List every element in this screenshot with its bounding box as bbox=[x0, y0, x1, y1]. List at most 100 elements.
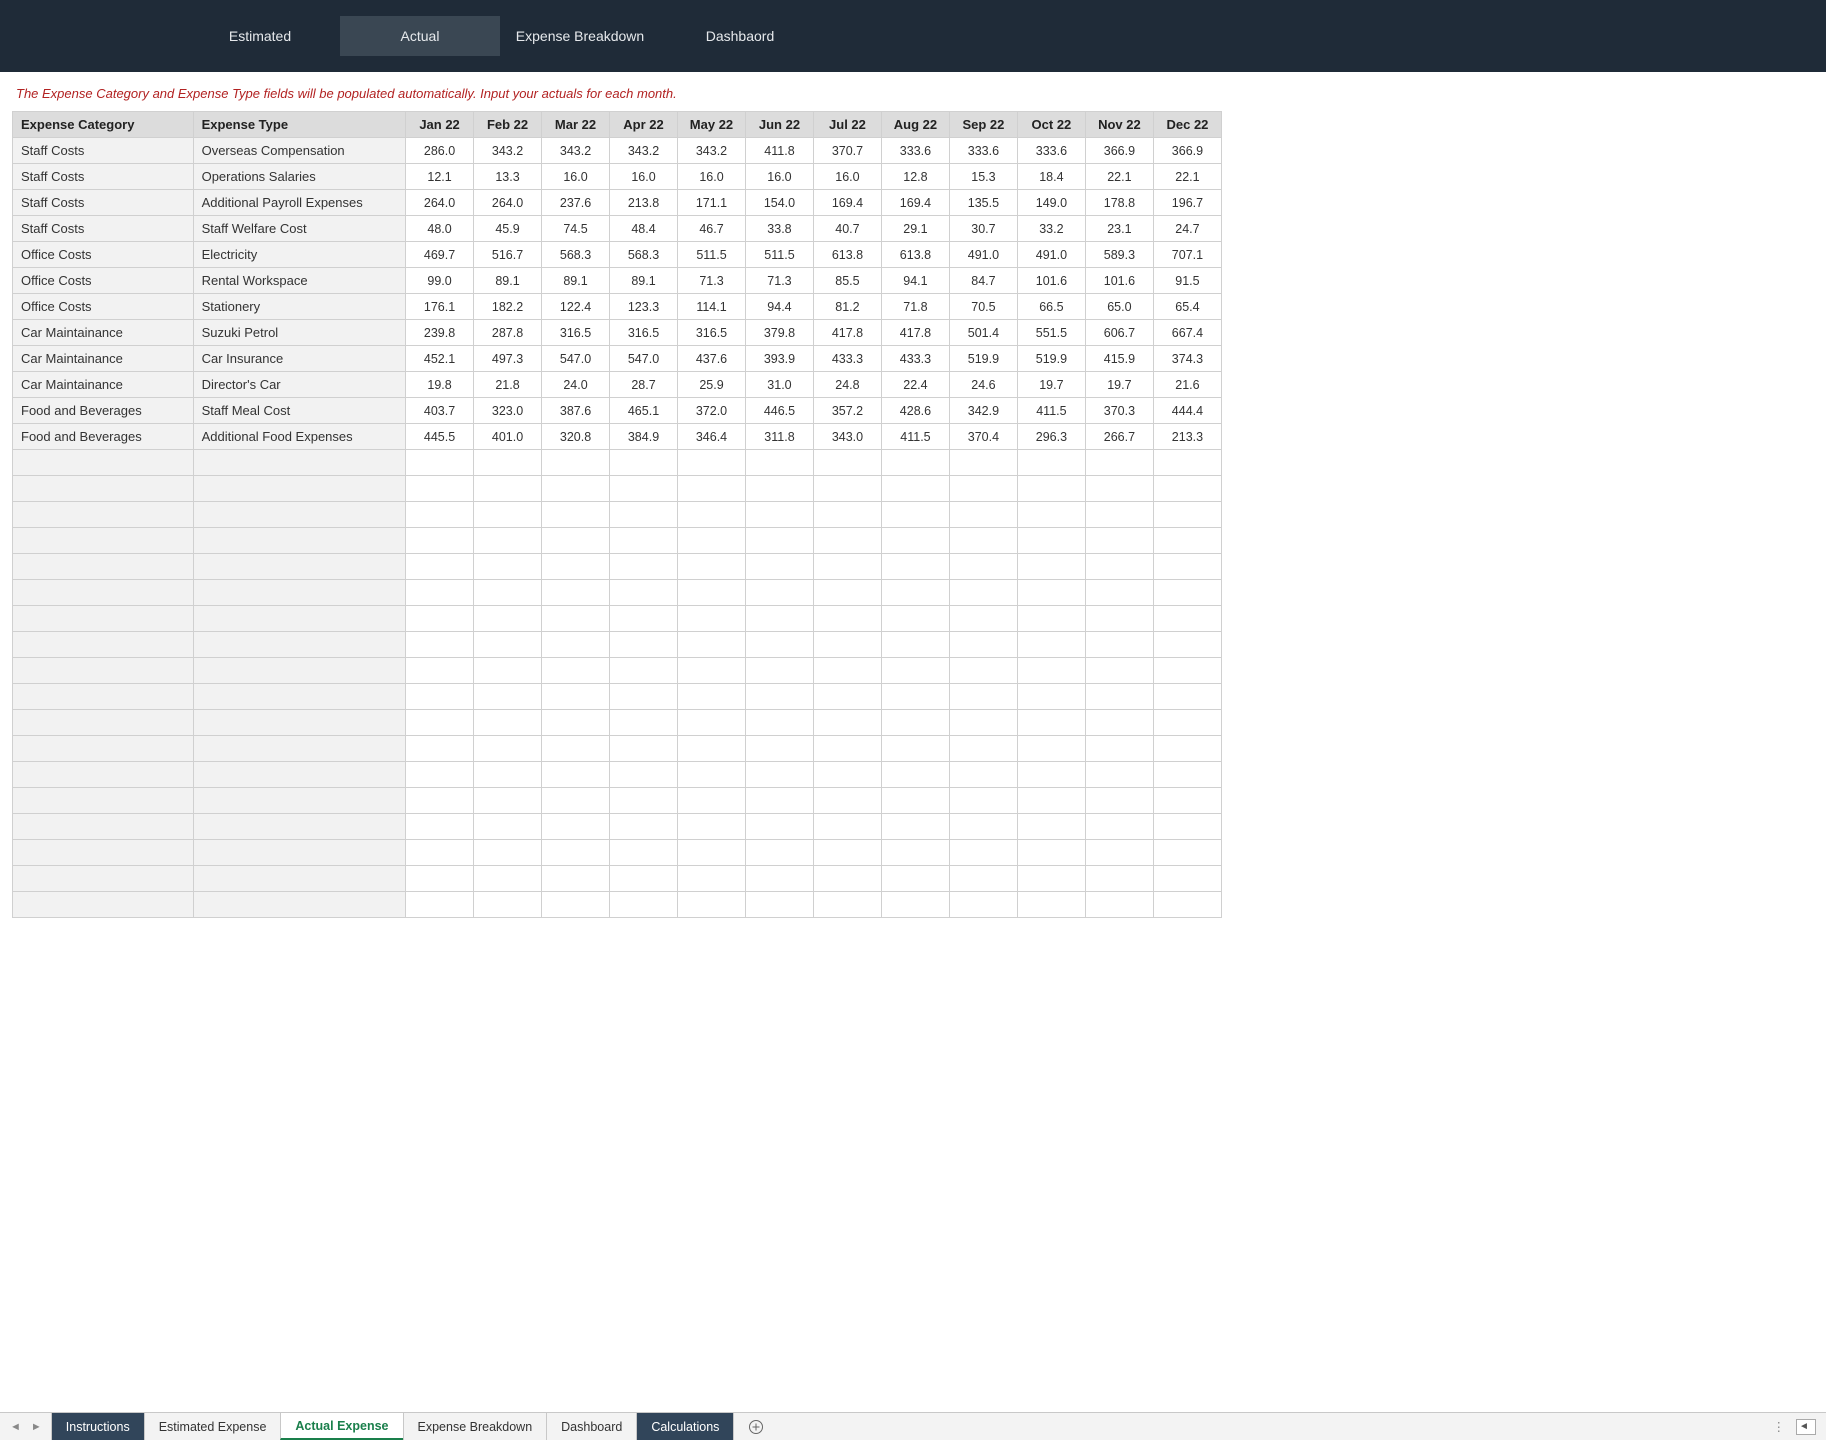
cell-value[interactable]: 70.5 bbox=[949, 294, 1017, 320]
cell-value[interactable]: 323.0 bbox=[474, 398, 542, 424]
cell-value[interactable]: 370.4 bbox=[949, 424, 1017, 450]
cell-value[interactable]: 33.8 bbox=[745, 216, 813, 242]
cell-value[interactable] bbox=[813, 684, 881, 710]
cell-value[interactable] bbox=[745, 476, 813, 502]
cell-value[interactable] bbox=[542, 840, 610, 866]
cell-value[interactable]: 387.6 bbox=[542, 398, 610, 424]
cell-type[interactable] bbox=[193, 892, 405, 918]
cell-value[interactable]: 12.8 bbox=[881, 164, 949, 190]
cell-value[interactable]: 346.4 bbox=[678, 424, 746, 450]
cell-value[interactable]: 74.5 bbox=[542, 216, 610, 242]
cell-value[interactable] bbox=[406, 736, 474, 762]
cell-type[interactable] bbox=[193, 788, 405, 814]
cell-value[interactable] bbox=[813, 736, 881, 762]
cell-value[interactable] bbox=[678, 814, 746, 840]
cell-value[interactable] bbox=[406, 658, 474, 684]
cell-value[interactable]: 89.1 bbox=[610, 268, 678, 294]
cell-value[interactable] bbox=[813, 502, 881, 528]
cell-value[interactable] bbox=[678, 892, 746, 918]
cell-value[interactable] bbox=[1017, 658, 1085, 684]
cell-value[interactable] bbox=[949, 866, 1017, 892]
cell-value[interactable]: 374.3 bbox=[1153, 346, 1221, 372]
cell-value[interactable] bbox=[542, 866, 610, 892]
cell-value[interactable] bbox=[1153, 476, 1221, 502]
cell-value[interactable]: 333.6 bbox=[881, 138, 949, 164]
cell-value[interactable] bbox=[1017, 580, 1085, 606]
cell-value[interactable]: 357.2 bbox=[813, 398, 881, 424]
cell-value[interactable] bbox=[542, 632, 610, 658]
col-header-month[interactable]: Mar 22 bbox=[542, 112, 610, 138]
col-header-type[interactable]: Expense Type bbox=[193, 112, 405, 138]
cell-value[interactable]: 19.7 bbox=[1085, 372, 1153, 398]
cell-type[interactable]: Director's Car bbox=[193, 372, 405, 398]
cell-value[interactable]: 21.8 bbox=[474, 372, 542, 398]
cell-value[interactable] bbox=[745, 606, 813, 632]
cell-value[interactable]: 12.1 bbox=[406, 164, 474, 190]
cell-value[interactable]: 343.0 bbox=[813, 424, 881, 450]
cell-value[interactable] bbox=[610, 788, 678, 814]
cell-type[interactable] bbox=[193, 710, 405, 736]
cell-type[interactable] bbox=[193, 528, 405, 554]
cell-value[interactable]: 437.6 bbox=[678, 346, 746, 372]
cell-value[interactable] bbox=[1085, 450, 1153, 476]
cell-category[interactable]: Office Costs bbox=[13, 268, 194, 294]
cell-value[interactable]: 393.9 bbox=[745, 346, 813, 372]
cell-value[interactable]: 465.1 bbox=[610, 398, 678, 424]
cell-value[interactable]: 613.8 bbox=[813, 242, 881, 268]
cell-value[interactable] bbox=[813, 580, 881, 606]
cell-value[interactable] bbox=[745, 814, 813, 840]
cell-value[interactable]: 501.4 bbox=[949, 320, 1017, 346]
cell-value[interactable]: 99.0 bbox=[406, 268, 474, 294]
cell-category[interactable]: Staff Costs bbox=[13, 164, 194, 190]
cell-value[interactable] bbox=[1153, 684, 1221, 710]
col-header-month[interactable]: Jun 22 bbox=[745, 112, 813, 138]
cell-value[interactable] bbox=[1017, 528, 1085, 554]
cell-type[interactable] bbox=[193, 450, 405, 476]
col-header-month[interactable]: Sep 22 bbox=[949, 112, 1017, 138]
cell-value[interactable] bbox=[678, 580, 746, 606]
cell-category[interactable] bbox=[13, 606, 194, 632]
cell-value[interactable]: 21.6 bbox=[1153, 372, 1221, 398]
cell-value[interactable]: 296.3 bbox=[1017, 424, 1085, 450]
cell-value[interactable]: 33.2 bbox=[1017, 216, 1085, 242]
cell-value[interactable] bbox=[474, 450, 542, 476]
cell-value[interactable] bbox=[610, 814, 678, 840]
cell-value[interactable] bbox=[474, 476, 542, 502]
cell-value[interactable] bbox=[406, 814, 474, 840]
cell-value[interactable] bbox=[881, 840, 949, 866]
cell-value[interactable] bbox=[949, 788, 1017, 814]
cell-value[interactable]: 71.3 bbox=[678, 268, 746, 294]
cell-type[interactable]: Overseas Compensation bbox=[193, 138, 405, 164]
cell-value[interactable] bbox=[474, 736, 542, 762]
cell-value[interactable] bbox=[1153, 866, 1221, 892]
cell-value[interactable] bbox=[949, 606, 1017, 632]
cell-value[interactable]: 491.0 bbox=[1017, 242, 1085, 268]
col-header-month[interactable]: Nov 22 bbox=[1085, 112, 1153, 138]
cell-value[interactable] bbox=[1085, 892, 1153, 918]
cell-value[interactable]: 428.6 bbox=[881, 398, 949, 424]
cell-value[interactable] bbox=[745, 710, 813, 736]
cell-value[interactable] bbox=[406, 788, 474, 814]
cell-value[interactable] bbox=[474, 710, 542, 736]
col-header-month[interactable]: May 22 bbox=[678, 112, 746, 138]
cell-value[interactable]: 81.2 bbox=[813, 294, 881, 320]
cell-value[interactable] bbox=[1085, 528, 1153, 554]
sheet-tab-dashboard[interactable]: Dashboard bbox=[546, 1413, 637, 1440]
cell-value[interactable] bbox=[1085, 736, 1153, 762]
cell-value[interactable]: 445.5 bbox=[406, 424, 474, 450]
cell-value[interactable] bbox=[406, 502, 474, 528]
nav-tab-actual[interactable]: Actual bbox=[340, 16, 500, 56]
cell-value[interactable] bbox=[1153, 710, 1221, 736]
cell-value[interactable]: 154.0 bbox=[745, 190, 813, 216]
cell-value[interactable]: 516.7 bbox=[474, 242, 542, 268]
cell-value[interactable]: 551.5 bbox=[1017, 320, 1085, 346]
cell-value[interactable] bbox=[745, 762, 813, 788]
cell-value[interactable] bbox=[1153, 580, 1221, 606]
cell-value[interactable] bbox=[610, 710, 678, 736]
cell-value[interactable]: 16.0 bbox=[610, 164, 678, 190]
col-header-month[interactable]: Apr 22 bbox=[610, 112, 678, 138]
cell-value[interactable] bbox=[678, 632, 746, 658]
cell-value[interactable] bbox=[813, 814, 881, 840]
cell-value[interactable]: 89.1 bbox=[542, 268, 610, 294]
cell-value[interactable] bbox=[406, 450, 474, 476]
